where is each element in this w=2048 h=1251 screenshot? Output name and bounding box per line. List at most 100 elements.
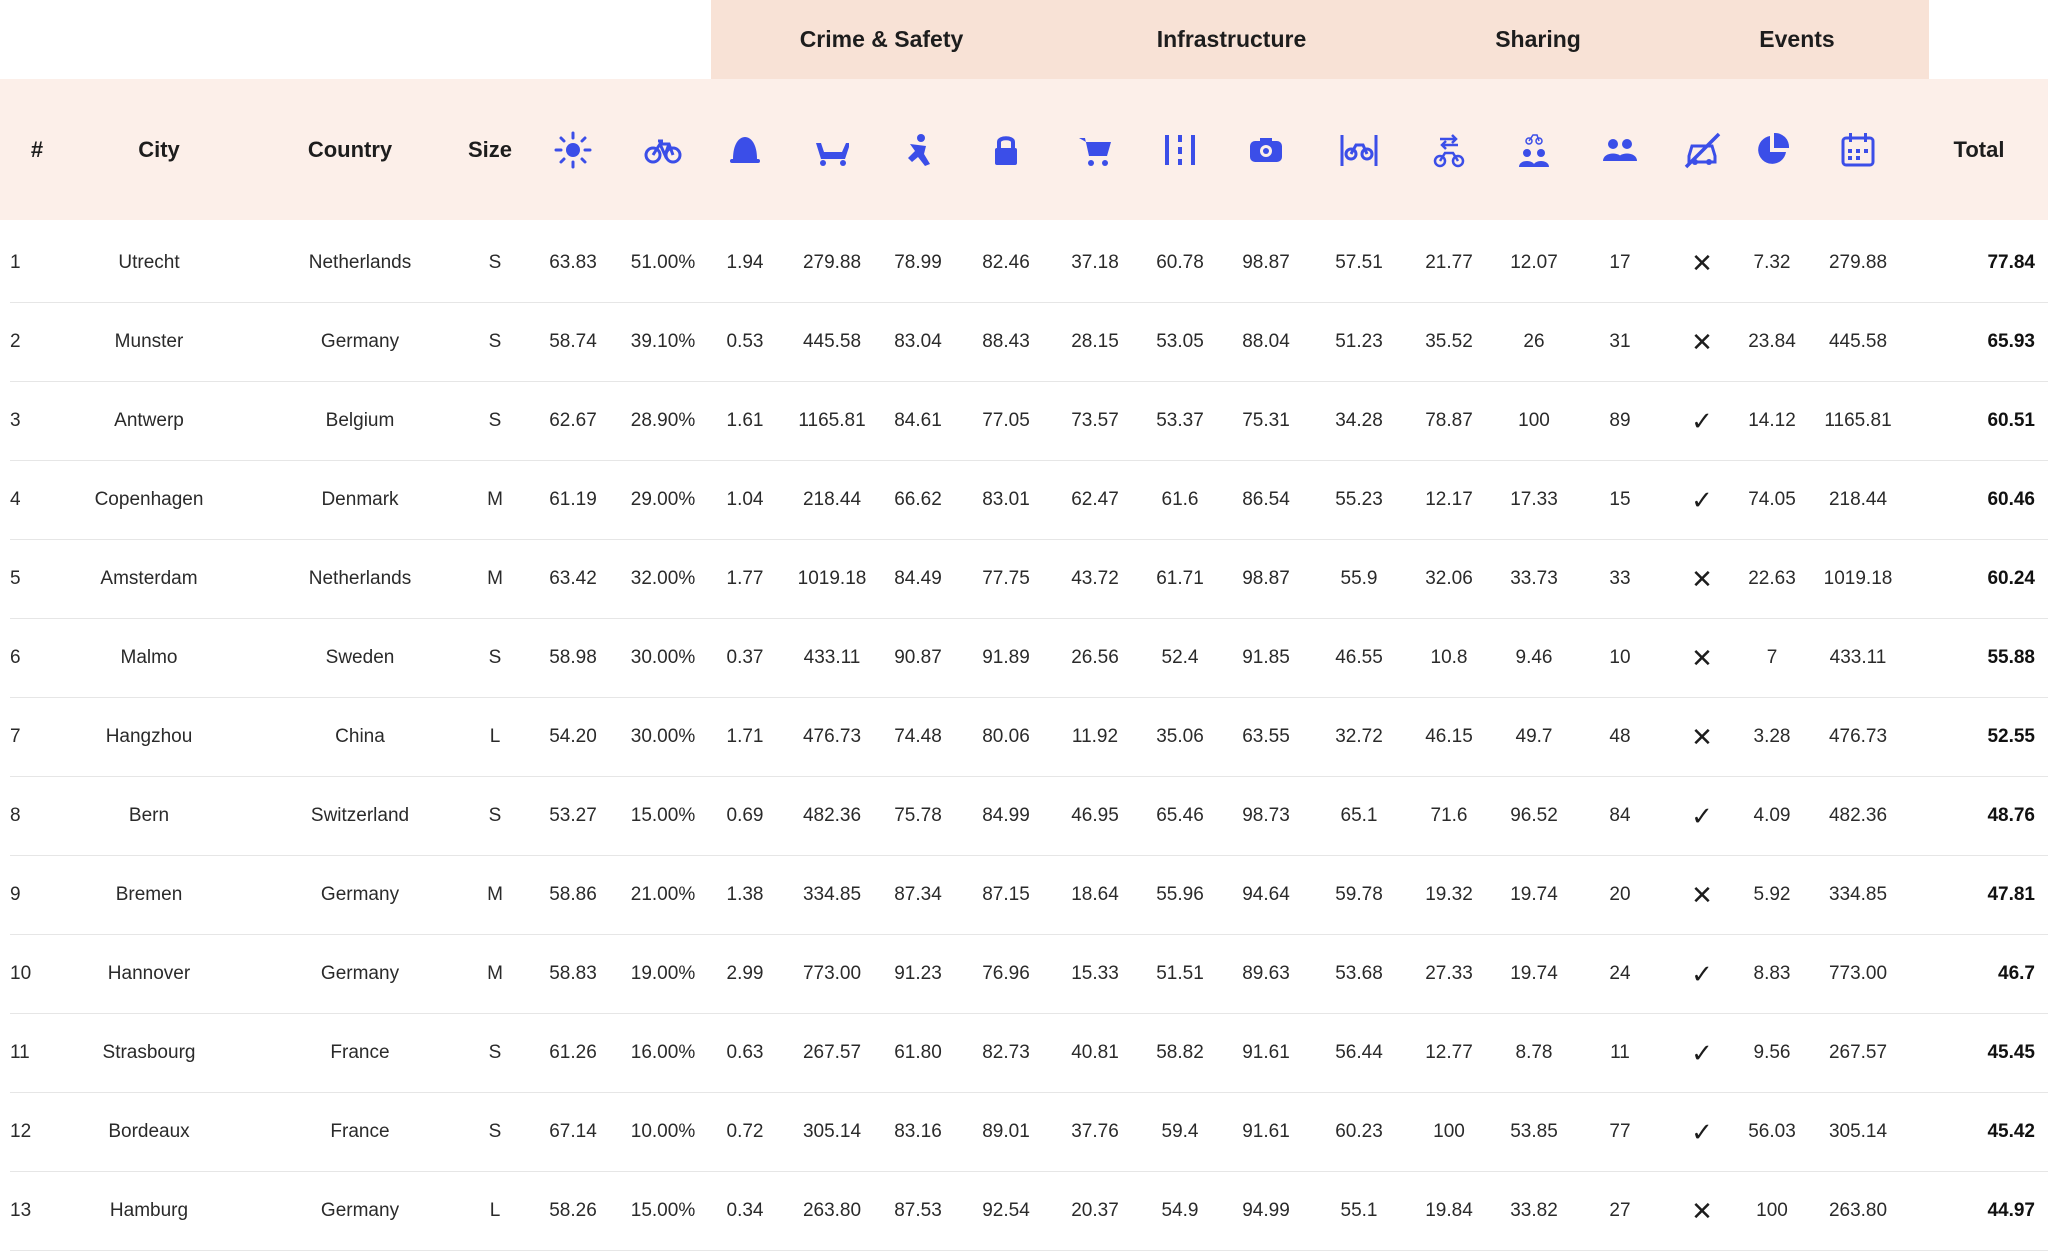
metric-cell: 15.33 bbox=[1071, 963, 1119, 984]
metric-cell: 482.36 bbox=[1828, 805, 1888, 826]
metric-cell: 91.23 bbox=[894, 963, 942, 984]
metric-cell: 279.88 bbox=[1828, 252, 1888, 273]
size-cell: M bbox=[487, 963, 503, 984]
metric-cell: 57.51 bbox=[1335, 252, 1383, 273]
car-free-icon bbox=[1682, 130, 1722, 170]
rank-cell: 1 bbox=[10, 252, 21, 273]
metric-cell: 23.84 bbox=[1748, 331, 1796, 352]
metric-cell: 433.11 bbox=[1829, 647, 1887, 668]
metric-cell: 10.00% bbox=[630, 1121, 696, 1142]
metric-cell: 87.34 bbox=[894, 884, 942, 905]
metric-cell: 53.85 bbox=[1510, 1121, 1558, 1142]
metric-cell: 63.42 bbox=[549, 568, 597, 589]
metric-cell: 30.00% bbox=[630, 726, 696, 747]
metric-cell: 80.06 bbox=[982, 726, 1030, 747]
table-row[interactable]: 6 Malmo Sweden S 58.98 30.00% 0.37 433.11 90.87 9… bbox=[10, 619, 2048, 698]
header-bike-sharing-column[interactable] bbox=[1429, 79, 1469, 220]
metric-cell: 62.47 bbox=[1071, 489, 1119, 510]
group-label: Events bbox=[1759, 26, 1835, 52]
car-free-status-mark: ✕ bbox=[1691, 564, 1713, 594]
header-cycling-community-column[interactable] bbox=[1514, 79, 1554, 220]
metric-cell: 773.00 bbox=[802, 963, 862, 984]
metric-cell: 1019.18 bbox=[1823, 568, 1893, 589]
header-bicycle-column[interactable] bbox=[643, 79, 683, 220]
table-row[interactable]: 9 Bremen Germany M 58.86 21.00% 1.38 334.85 87.3… bbox=[10, 856, 2048, 935]
table-row[interactable]: 1 Utrecht Netherlands S 63.83 51.00% 1.94 279.8… bbox=[10, 224, 2048, 303]
rank-cell: 10 bbox=[10, 963, 32, 984]
table-row[interactable]: 5 Amsterdam Netherlands M 63.42 32.00% 1.77 101… bbox=[10, 540, 2048, 619]
car-free-status-mark: ✕ bbox=[1691, 880, 1713, 910]
metric-cell: 0.72 bbox=[726, 1121, 764, 1142]
metric-cell: 37.18 bbox=[1071, 252, 1119, 273]
metric-cell: 20 bbox=[1609, 884, 1631, 905]
header-lock-column[interactable] bbox=[986, 79, 1026, 220]
metric-cell: 88.43 bbox=[982, 331, 1030, 352]
header-country[interactable]: Country bbox=[308, 79, 392, 220]
metric-cell: 10 bbox=[1609, 647, 1631, 668]
metric-cell: 12.77 bbox=[1425, 1042, 1473, 1063]
metric-cell: 11.92 bbox=[1071, 726, 1119, 747]
metric-cell: 263.80 bbox=[802, 1200, 862, 1221]
header-people-column[interactable] bbox=[1600, 79, 1640, 220]
table-row[interactable]: 11 Strasbourg France S 61.26 16.00% 0.63 267.57… bbox=[10, 1014, 2048, 1093]
metric-cell: 28.90% bbox=[630, 410, 696, 431]
table-row[interactable]: 13 Hamburg Germany L 58.26 15.00% 0.34 263.80 87… bbox=[10, 1172, 2048, 1251]
car-free-status-mark: ✕ bbox=[1691, 1196, 1713, 1226]
table-row[interactable]: 3 Antwerp Belgium S 62.67 28.90% 1.61 1165.81 84… bbox=[10, 382, 2048, 461]
metric-cell: 0.37 bbox=[726, 647, 764, 668]
metric-cell: 218.44 bbox=[1828, 489, 1888, 510]
metric-cell: 40.81 bbox=[1071, 1042, 1119, 1063]
header-total[interactable]: Total bbox=[1954, 79, 2005, 220]
country-cell: Germany bbox=[320, 884, 400, 905]
metric-cell: 87.53 bbox=[894, 1200, 942, 1221]
header-bike-parking-column[interactable] bbox=[1339, 79, 1379, 220]
helmet-icon bbox=[725, 130, 765, 170]
header-helmet-column[interactable] bbox=[725, 79, 765, 220]
table-row[interactable]: 10 Hannover Germany M 58.83 19.00% 2.99 773.00 9… bbox=[10, 935, 2048, 1014]
metric-cell: 21.00% bbox=[630, 884, 696, 905]
metric-cell: 19.74 bbox=[1510, 884, 1558, 905]
total-cell: 47.81 bbox=[1987, 884, 2035, 905]
metric-cell: 100 bbox=[1518, 410, 1550, 431]
metric-cell: 267.57 bbox=[1828, 1042, 1888, 1063]
country-cell: Switzerland bbox=[310, 805, 410, 826]
header-shopping-cart-column[interactable] bbox=[1075, 79, 1115, 220]
header-car-free-column[interactable] bbox=[1682, 79, 1722, 220]
header-stolen-bicycle-column[interactable] bbox=[812, 79, 852, 220]
header-bike-lane-column[interactable] bbox=[1160, 79, 1200, 220]
city-cell: Utrecht bbox=[118, 252, 180, 273]
header-accident-column[interactable] bbox=[898, 79, 938, 220]
rank-cell: 13 bbox=[10, 1200, 32, 1221]
header-pie-chart-column[interactable] bbox=[1752, 79, 1792, 220]
header-calendar-column[interactable] bbox=[1838, 79, 1878, 220]
bike-parking-icon bbox=[1339, 130, 1379, 170]
header-size[interactable]: Size bbox=[468, 79, 512, 220]
metric-cell: 100 bbox=[1433, 1121, 1465, 1142]
table-row[interactable]: 4 Copenhagen Denmark M 61.19 29.00% 1.04 218.44… bbox=[10, 461, 2048, 540]
metric-cell: 32.72 bbox=[1335, 726, 1383, 747]
metric-cell: 65.1 bbox=[1340, 805, 1378, 826]
table-row[interactable]: 7 Hangzhou China L 54.20 30.00% 1.71 476.73 74.4… bbox=[10, 698, 2048, 777]
table-row[interactable]: 12 Bordeaux France S 67.14 10.00% 0.72 305.14 83… bbox=[10, 1093, 2048, 1172]
metric-cell: 94.64 bbox=[1242, 884, 1290, 905]
size-cell: S bbox=[488, 1121, 502, 1142]
metric-cell: 91.61 bbox=[1242, 1042, 1290, 1063]
bicycle-icon bbox=[643, 130, 683, 170]
metric-cell: 84.49 bbox=[894, 568, 942, 589]
metric-cell: 32.06 bbox=[1425, 568, 1473, 589]
metric-cell: 61.6 bbox=[1161, 489, 1199, 510]
metric-cell: 305.14 bbox=[802, 1121, 862, 1142]
table-row[interactable]: 2 Munster Germany S 58.74 39.10% 0.53 445.58 83.… bbox=[10, 303, 2048, 382]
header-rank[interactable]: # bbox=[31, 79, 43, 220]
table-row[interactable]: 8 Bern Switzerland S 53.27 15.00% 0.69 482.36 75… bbox=[10, 777, 2048, 856]
metric-cell: 65.46 bbox=[1156, 805, 1204, 826]
city-cell: Hannover bbox=[107, 963, 191, 984]
total-cell: 65.93 bbox=[1987, 331, 2035, 352]
group-crime-safety: Crime & Safety bbox=[711, 0, 1052, 79]
header-camera-column[interactable] bbox=[1246, 79, 1286, 220]
header-city[interactable]: City bbox=[138, 79, 180, 220]
total-cell: 60.46 bbox=[1987, 489, 2035, 510]
header-sun-column[interactable] bbox=[553, 79, 593, 220]
metric-cell: 89.63 bbox=[1242, 963, 1290, 984]
size-cell: M bbox=[487, 489, 503, 510]
